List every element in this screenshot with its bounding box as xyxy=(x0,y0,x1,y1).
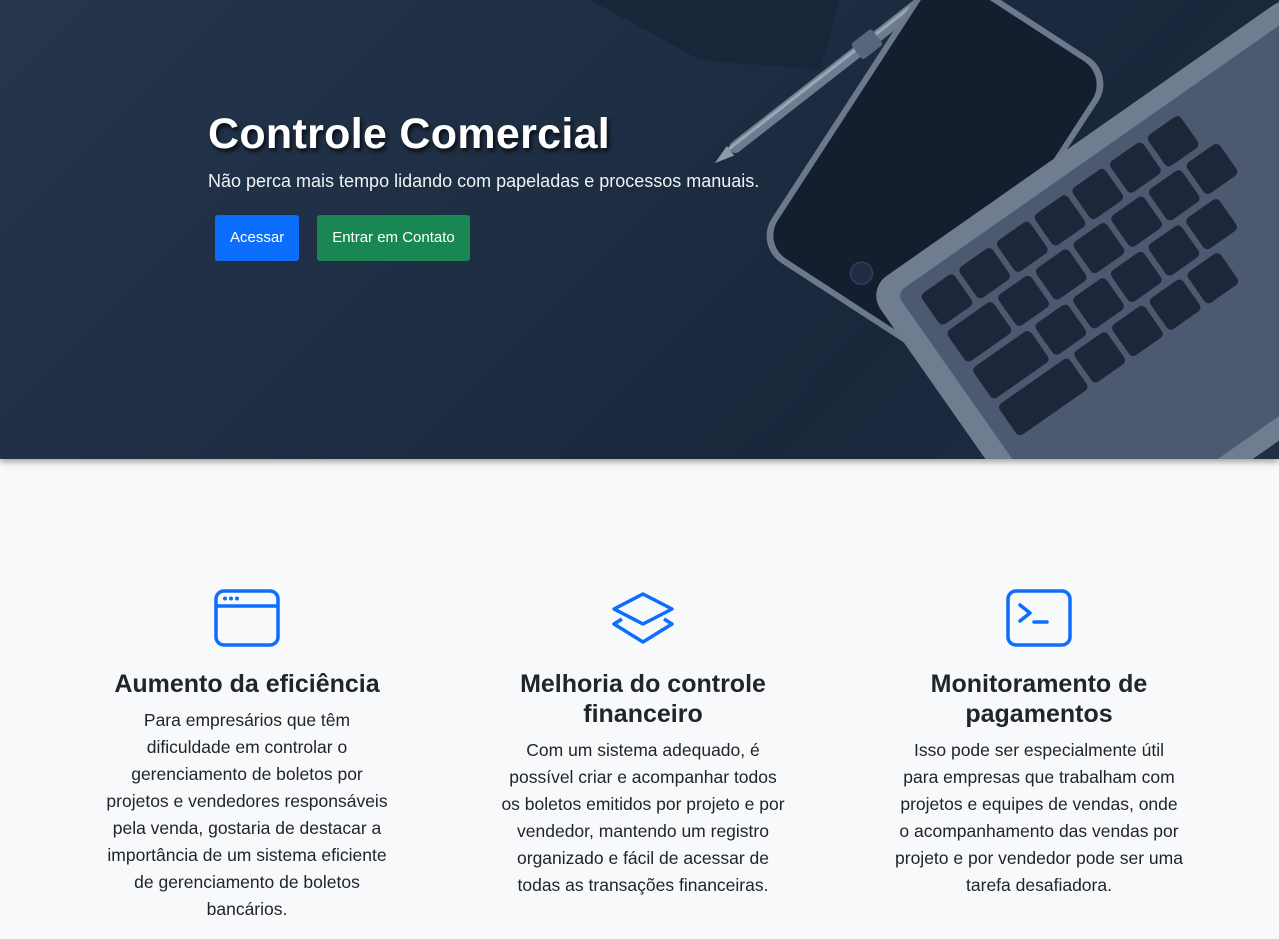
feature-payment-monitoring: Monitoramento de pagamentos Isso pode se… xyxy=(889,589,1189,899)
feature-title: Aumento da eficiência xyxy=(114,670,380,698)
access-button[interactable]: Acessar xyxy=(215,215,300,261)
feature-title: Monitoramento de pagamentos xyxy=(930,670,1148,728)
hero-title: Controle Comercial xyxy=(208,110,611,158)
feature-text: Isso pode ser especialmente útil para em… xyxy=(895,740,1183,895)
contact-button[interactable]: Entrar em Contato xyxy=(317,215,470,261)
feature-text: Para empresários que têm dificuldade em … xyxy=(106,710,388,919)
feature-financial-control: Melhoria do controle financeiro Com um s… xyxy=(493,589,793,899)
feature-efficiency: Aumento da eficiência Para empresários q… xyxy=(97,589,397,923)
hero-section: Controle Comercial Não perca mais tempo … xyxy=(0,0,1279,459)
terminal-icon xyxy=(1006,589,1072,647)
features-section: Aumento da eficiência Para empresários q… xyxy=(0,459,1279,939)
feature-text: Com um sistema adequado, é possível cria… xyxy=(501,740,785,895)
hero-content: Controle Comercial Não perca mais tempo … xyxy=(208,108,759,261)
hero-subtitle: Não perca mais tempo lidando com papelad… xyxy=(208,171,760,191)
feature-title: Melhoria do controle financeiro xyxy=(520,670,766,728)
layers-icon xyxy=(612,592,674,644)
hero-buttons: Acessar Entrar em Contato xyxy=(215,215,759,261)
browser-window-icon xyxy=(214,589,280,647)
